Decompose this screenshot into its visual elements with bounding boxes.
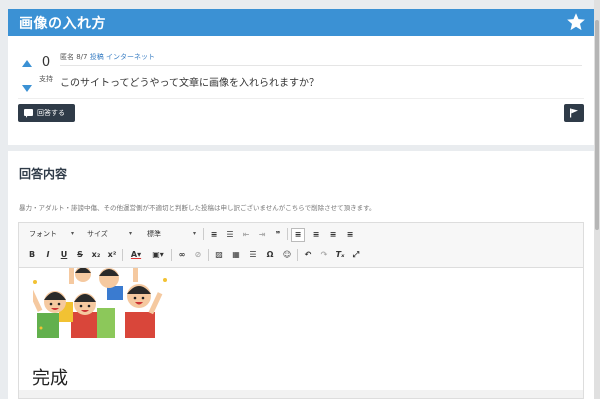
undo-icon[interactable]: ↶: [301, 248, 315, 262]
editor-toolbar: フォント ▾ サイズ ▾ 標準 ▾ ≡ ☰ ⇤ ⇥ ❞ ≡ ≡ ≡ ≡ B I …: [19, 223, 583, 268]
flag-icon: [570, 108, 578, 118]
chevron-down-icon: ▾: [71, 230, 75, 237]
content-heading: 完成: [32, 368, 68, 389]
image-icon[interactable]: ▨: [212, 248, 226, 262]
toolbar-separator: [297, 249, 298, 261]
question-text: このサイトってどうやって文章に画像を入れられますか？: [60, 78, 319, 89]
question-title: 画像の入れ方: [19, 16, 106, 32]
report-flag-button[interactable]: [564, 104, 584, 122]
subscript-icon[interactable]: x₂: [89, 248, 103, 262]
redo-icon[interactable]: ↷: [317, 248, 331, 262]
vote-support-label: 支持: [39, 75, 53, 83]
font-select-label: フォント: [29, 230, 57, 238]
question-card: 画像の入れ方 0 支持 匿名 8/7 投稿 インターネット このサイトってどうや…: [8, 9, 594, 145]
special-char-icon[interactable]: Ω: [263, 248, 277, 262]
blockquote-icon[interactable]: ❞: [271, 228, 285, 242]
toolbar-separator: [171, 249, 172, 261]
meta-category-link[interactable]: 投稿 インターネット: [90, 53, 155, 61]
format-select-label: 標準: [147, 230, 161, 238]
toolbar-separator: [203, 228, 204, 240]
emoji-icon[interactable]: ☺: [280, 248, 294, 262]
horizontal-rule-icon[interactable]: ☰: [246, 248, 260, 262]
table-icon[interactable]: ▦: [229, 248, 243, 262]
bullet-list-icon[interactable]: ☰: [223, 228, 237, 242]
toolbar-separator: [122, 249, 123, 261]
answer-card: 回答内容 暴力・アダルト・誹謗中傷、その他運営側が不適切と判断した投稿は申し訳ご…: [8, 151, 594, 399]
meta-author-date: 匿名 8/7: [60, 53, 88, 61]
question-header: 画像の入れ方: [8, 9, 594, 36]
align-right-icon[interactable]: ≡: [326, 228, 340, 242]
font-select[interactable]: フォント ▾: [25, 227, 79, 242]
posting-notice: 暴力・アダルト・誹謗中傷、その他運営側が不適切と判断した投稿は申し訳ございません…: [19, 204, 376, 212]
text-color-icon[interactable]: A▾: [126, 248, 146, 262]
editor-content[interactable]: 完成: [19, 268, 583, 398]
scrollbar-thumb[interactable]: [595, 20, 599, 230]
indent-icon[interactable]: ⇥: [255, 228, 269, 242]
clear-format-icon[interactable]: Tₓ: [333, 248, 347, 262]
rich-text-editor[interactable]: フォント ▾ サイズ ▾ 標準 ▾ ≡ ☰ ⇤ ⇥ ❞ ≡ ≡ ≡ ≡ B I …: [18, 222, 584, 399]
unlink-icon[interactable]: ⊘: [191, 248, 205, 262]
inserted-illustration: [33, 268, 167, 338]
meta-divider: [60, 65, 582, 66]
ordered-list-icon[interactable]: ≡: [207, 228, 221, 242]
italic-icon[interactable]: I: [41, 248, 55, 262]
background-color-icon[interactable]: ▣▾: [148, 248, 168, 262]
chevron-down-icon: ▾: [193, 230, 197, 237]
strikethrough-icon[interactable]: S: [73, 248, 87, 262]
downvote-arrow-icon[interactable]: [22, 85, 32, 92]
answer-button-label: 回答する: [37, 109, 65, 117]
answer-button[interactable]: 回答する: [18, 104, 75, 122]
toolbar-separator: [208, 249, 209, 261]
content-next-block: [19, 390, 583, 398]
align-left-icon[interactable]: ≡: [291, 228, 305, 242]
align-justify-icon[interactable]: ≡: [343, 228, 357, 242]
upvote-arrow-icon[interactable]: [22, 60, 32, 67]
vote-box: 0 支持: [18, 55, 58, 99]
size-select[interactable]: サイズ ▾: [83, 227, 137, 242]
chevron-down-icon: ▾: [129, 230, 133, 237]
question-divider: [18, 98, 584, 99]
answer-section-title: 回答内容: [19, 167, 68, 181]
fullscreen-icon[interactable]: ⤢: [349, 248, 363, 262]
question-meta: 匿名 8/7 投稿 インターネット: [60, 52, 155, 62]
superscript-icon[interactable]: x²: [105, 248, 119, 262]
vote-count: 0: [41, 55, 51, 70]
align-center-icon[interactable]: ≡: [309, 228, 323, 242]
comment-icon: [24, 109, 33, 118]
page-scrollbar[interactable]: [594, 0, 600, 399]
format-select[interactable]: 標準 ▾: [143, 227, 201, 242]
underline-icon[interactable]: U: [57, 248, 71, 262]
outdent-icon[interactable]: ⇤: [239, 228, 253, 242]
star-icon[interactable]: [566, 12, 586, 32]
size-select-label: サイズ: [87, 230, 108, 238]
link-icon[interactable]: ∞: [175, 248, 189, 262]
bold-icon[interactable]: B: [25, 248, 39, 262]
toolbar-separator: [287, 228, 288, 240]
